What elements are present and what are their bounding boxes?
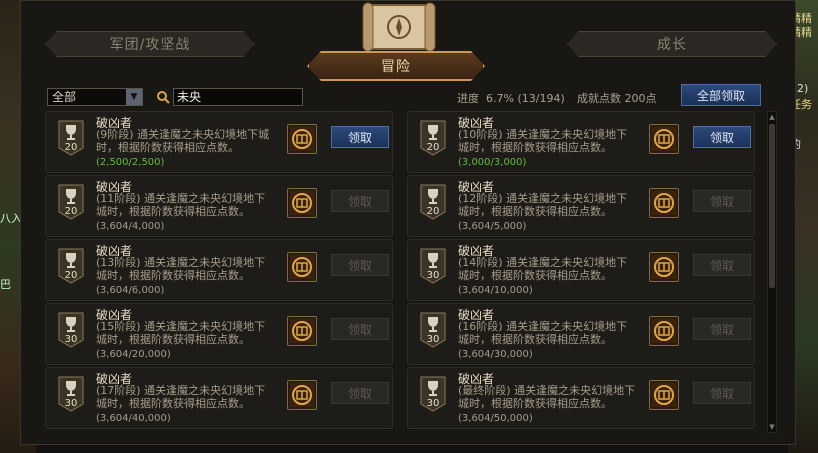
- achievement-card: 30 破凶者 (15阶段) 通关逢魔之未央幻境地下城时，根据阶数获得相应点数。 …: [45, 303, 393, 365]
- achievement-card: 30 破凶者 (最终阶段) 通关逢魔之未央幻境地下城时，根据阶数获得相应点数。 …: [407, 367, 755, 429]
- claim-button[interactable]: 领取: [693, 190, 751, 212]
- achievement-card: 20 破凶者 (11阶段) 通关逢魔之未央幻境地下城时，根据阶数获得相应点数。 …: [45, 175, 393, 237]
- chevron-down-icon[interactable]: ▼: [126, 89, 142, 105]
- achievement-description: (17阶段) 通关逢魔之未央幻境地下城时，根据阶数获得相应点数。: [96, 384, 266, 410]
- achievement-description: (11阶段) 通关逢魔之未央幻境地下城时，根据阶数获得相应点数。: [96, 192, 266, 218]
- achievement-card: 30 破凶者 (14阶段) 通关逢魔之未央幻境地下城时，根据阶数获得相应点数。 …: [407, 239, 755, 301]
- tab-label: 军团/攻坚战: [109, 37, 191, 53]
- reward-box-icon[interactable]: [649, 252, 679, 282]
- points-readout: 成就点数 200点: [577, 90, 657, 106]
- achievement-card: 20 破凶者 (13阶段) 通关逢魔之未央幻境地下城时，根据阶数获得相应点数。 …: [45, 239, 393, 301]
- tab-label: 成长: [657, 37, 687, 53]
- achievement-points: 30: [426, 334, 440, 345]
- achievement-points: 20: [426, 206, 440, 217]
- category-dropdown[interactable]: 全部 ▼: [47, 88, 143, 106]
- claim-button[interactable]: 领取: [693, 126, 751, 148]
- trophy-badge-icon: 20: [58, 120, 84, 156]
- claim-button[interactable]: 领取: [331, 126, 389, 148]
- scroll-down-arrow-icon[interactable]: ▼: [768, 422, 776, 432]
- achievement-description: (14阶段) 通关逢魔之未央幻境地下城时，根据阶数获得相应点数。: [458, 256, 628, 282]
- points-value: 200点: [624, 92, 657, 105]
- reward-box-icon[interactable]: [287, 124, 317, 154]
- dropdown-value: 全部: [52, 90, 77, 104]
- claim-button[interactable]: 领取: [693, 382, 751, 404]
- trophy-badge-icon: 30: [420, 248, 446, 284]
- claim-button[interactable]: 领取: [331, 190, 389, 212]
- reward-box-icon[interactable]: [649, 124, 679, 154]
- search-icon: [157, 91, 170, 104]
- trophy-badge-icon: 30: [58, 376, 84, 412]
- achievement-progress: (3,604/10,000): [458, 285, 533, 296]
- points-label: 成就点数: [577, 92, 621, 105]
- progress-fraction: (13/194): [517, 92, 565, 105]
- achievement-description: (12阶段) 通关逢魔之未央幻境地下城时，根据阶数获得相应点数。: [458, 192, 628, 218]
- achievement-description: (16阶段) 通关逢魔之未央幻境地下城时，根据阶数获得相应点数。: [458, 320, 628, 346]
- trophy-badge-icon: 20: [58, 248, 84, 284]
- trophy-badge-icon: 30: [420, 312, 446, 348]
- achievement-progress: (3,604/30,000): [458, 349, 533, 360]
- progress-percent: 6.7%: [486, 92, 514, 105]
- reward-box-icon[interactable]: [287, 380, 317, 410]
- achievement-window: 军团/攻坚战 成长 冒险 全部 ▼ 未央 进度 6.7% (13/194) 成就…: [20, 0, 796, 445]
- claim-button[interactable]: 领取: [331, 318, 389, 340]
- claim-all-button[interactable]: 全部领取: [681, 84, 761, 106]
- achievement-points: 20: [64, 270, 78, 281]
- achievement-progress: (2,500/2,500): [96, 157, 165, 168]
- progress-readout: 进度 6.7% (13/194): [457, 90, 565, 106]
- achievement-progress: (3,604/5,000): [458, 221, 527, 232]
- trophy-badge-icon: 20: [58, 184, 84, 220]
- claim-button[interactable]: 领取: [693, 318, 751, 340]
- achievement-list: 20 破凶者 (9阶段) 通关逢魔之未央幻境地下城时，根据阶数获得相应点数。 (…: [45, 111, 765, 433]
- achievement-points: 30: [64, 398, 78, 409]
- claim-button[interactable]: 领取: [331, 382, 389, 404]
- scroll-thumb[interactable]: [769, 124, 775, 288]
- achievement-progress: (3,604/20,000): [96, 349, 171, 360]
- trophy-badge-icon: 20: [420, 120, 446, 156]
- achievement-description: (9阶段) 通关逢魔之未央幻境地下城时，根据阶数获得相应点数。: [96, 128, 270, 154]
- scrollbar[interactable]: ▲ ▼: [767, 111, 777, 433]
- reward-box-icon[interactable]: [649, 380, 679, 410]
- progress-label: 进度: [457, 92, 479, 105]
- claim-button[interactable]: 领取: [693, 254, 751, 276]
- achievement-progress: (3,604/50,000): [458, 413, 533, 424]
- achievement-progress: (3,000/3,000): [458, 157, 527, 168]
- achievement-description: (15阶段) 通关逢魔之未央幻境地下城时，根据阶数获得相应点数。: [96, 320, 266, 346]
- reward-box-icon[interactable]: [649, 188, 679, 218]
- trophy-badge-icon: 20: [420, 184, 446, 220]
- tab-adventure[interactable]: 冒险: [307, 51, 485, 81]
- achievement-card: 20 破凶者 (12阶段) 通关逢魔之未央幻境地下城时，根据阶数获得相应点数。 …: [407, 175, 755, 237]
- achievement-points: 30: [426, 270, 440, 281]
- achievement-card: 20 破凶者 (9阶段) 通关逢魔之未央幻境地下城时，根据阶数获得相应点数。 (…: [45, 111, 393, 173]
- scroll-compass-icon: [362, 2, 436, 52]
- trophy-badge-icon: 30: [58, 312, 84, 348]
- achievement-progress: (3,604/40,000): [96, 413, 171, 424]
- trophy-badge-icon: 30: [420, 376, 446, 412]
- scroll-up-arrow-icon[interactable]: ▲: [768, 112, 776, 122]
- achievement-description: (10阶段) 通关逢魔之未央幻境地下城时，根据阶数获得相应点数。: [458, 128, 628, 154]
- achievement-points: 20: [426, 142, 440, 153]
- achievement-card: 20 破凶者 (10阶段) 通关逢魔之未央幻境地下城时，根据阶数获得相应点数。 …: [407, 111, 755, 173]
- tab-growth[interactable]: 成长: [567, 31, 777, 57]
- tab-label: 冒险: [381, 59, 411, 75]
- search-input[interactable]: 未央: [173, 88, 303, 106]
- achievement-progress: (3,604/6,000): [96, 285, 165, 296]
- achievement-points: 30: [64, 334, 78, 345]
- achievement-card: 30 破凶者 (17阶段) 通关逢魔之未央幻境地下城时，根据阶数获得相应点数。 …: [45, 367, 393, 429]
- reward-box-icon[interactable]: [649, 316, 679, 346]
- achievement-description: (13阶段) 通关逢魔之未央幻境地下城时，根据阶数获得相应点数。: [96, 256, 266, 282]
- achievement-points: 30: [426, 398, 440, 409]
- achievement-progress: (3,604/4,000): [96, 221, 165, 232]
- achievement-description: (最终阶段) 通关逢魔之未央幻境地下城时，根据阶数获得相应点数。: [458, 384, 636, 410]
- tab-legion[interactable]: 军团/攻坚战: [45, 31, 255, 57]
- reward-box-icon[interactable]: [287, 252, 317, 282]
- achievement-points: 20: [64, 206, 78, 217]
- achievement-card: 30 破凶者 (16阶段) 通关逢魔之未央幻境地下城时，根据阶数获得相应点数。 …: [407, 303, 755, 365]
- reward-box-icon[interactable]: [287, 316, 317, 346]
- reward-box-icon[interactable]: [287, 188, 317, 218]
- claim-button[interactable]: 领取: [331, 254, 389, 276]
- achievement-points: 20: [64, 142, 78, 153]
